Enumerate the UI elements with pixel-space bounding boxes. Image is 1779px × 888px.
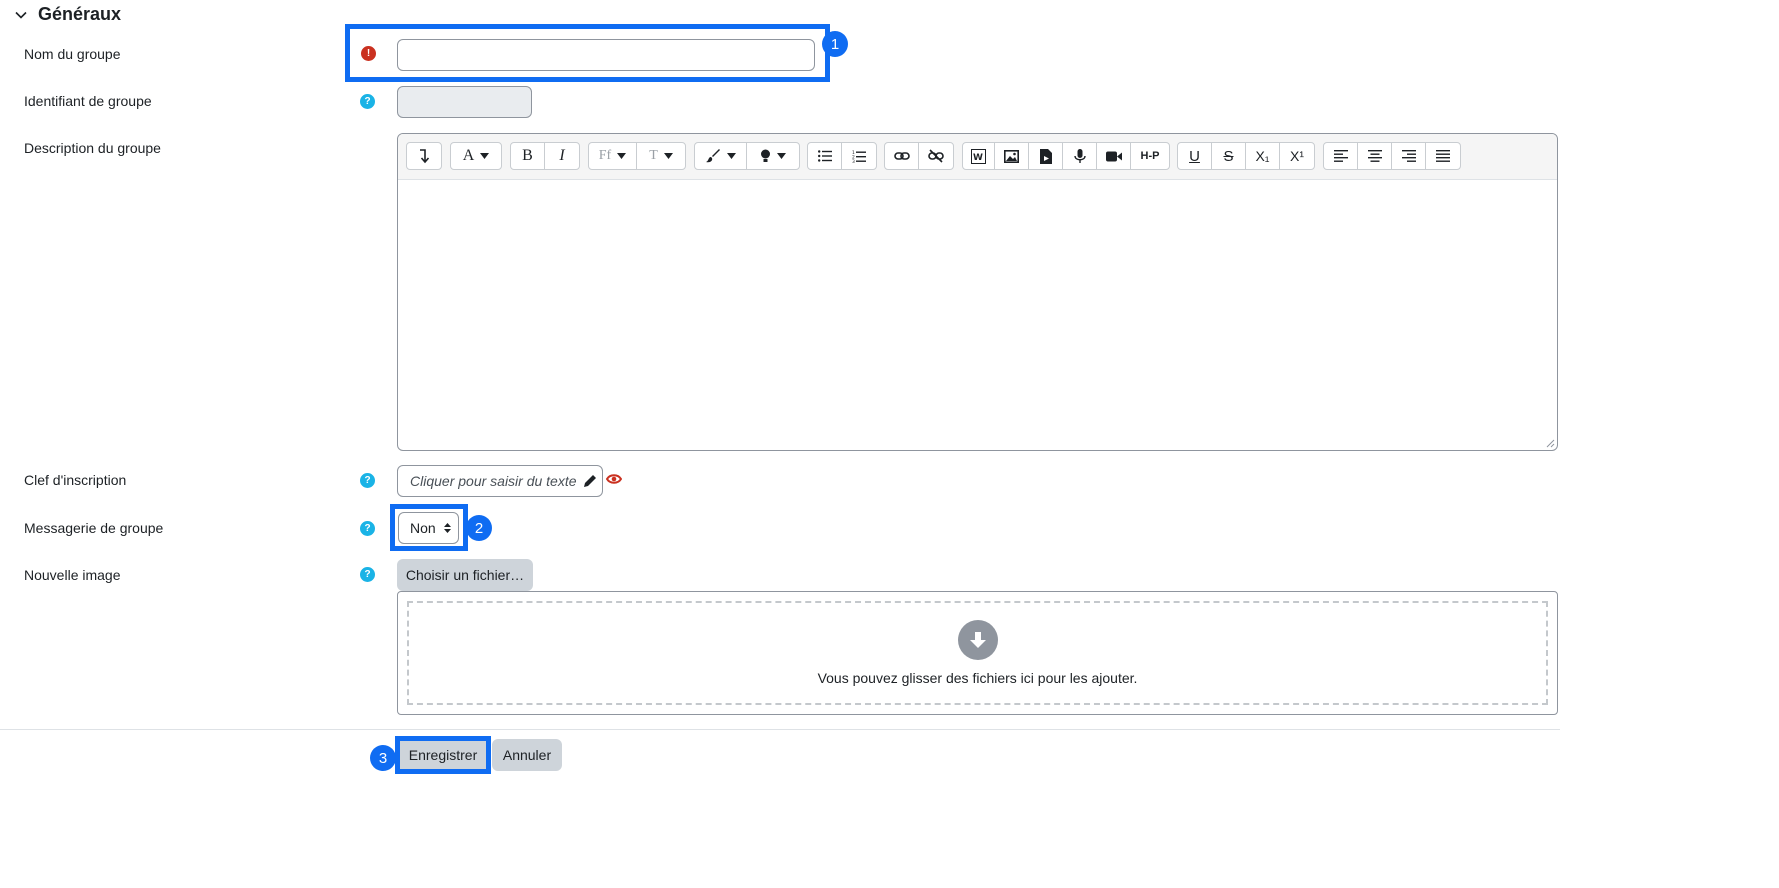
image-icon[interactable]	[995, 143, 1029, 169]
toolbar-group-colors	[694, 142, 800, 170]
media-file-icon[interactable]	[1029, 143, 1063, 169]
enrolment-key-input[interactable]: Cliquer pour saisir du texte	[397, 465, 603, 497]
toolbar-group-format: B I	[510, 142, 580, 170]
file-dropzone[interactable]: Vous pouvez glisser des fichiers ici pou…	[397, 591, 1558, 715]
superscript-icon[interactable]: X¹	[1280, 143, 1314, 169]
section-title: Généraux	[38, 4, 122, 24]
align-justify-icon[interactable]	[1426, 143, 1460, 169]
step-badge-3: 3	[370, 745, 396, 771]
help-icon[interactable]: ?	[360, 473, 375, 488]
group-id-label: Identifiant de groupe	[24, 93, 152, 109]
align-center-icon[interactable]	[1358, 143, 1392, 169]
font-color-icon[interactable]	[695, 143, 747, 169]
help-icon[interactable]: ?	[360, 567, 375, 582]
resize-handle-icon[interactable]	[1545, 438, 1555, 448]
toolbar-group-font: Ff T	[588, 142, 686, 170]
eye-icon[interactable]	[606, 472, 622, 486]
group-id-input[interactable]	[397, 86, 532, 118]
unordered-list-icon[interactable]	[808, 143, 842, 169]
underline-icon[interactable]: U	[1178, 143, 1212, 169]
toolbar-group-align	[1323, 142, 1461, 170]
description-editor[interactable]: A B I Ff T 123 W H-P U S X₁ X¹	[397, 133, 1558, 451]
ordered-list-icon[interactable]: 123	[842, 143, 876, 169]
section-header-generaux[interactable]: Généraux	[14, 4, 121, 25]
group-messaging-label: Messagerie de groupe	[24, 520, 164, 536]
download-arrow-icon	[957, 620, 998, 660]
enrolment-key-placeholder: Cliquer pour saisir du texte	[410, 473, 577, 489]
link-icon[interactable]	[885, 143, 919, 169]
description-label: Description du groupe	[24, 140, 161, 156]
strikethrough-icon[interactable]: S	[1212, 143, 1246, 169]
highlight-box-2	[390, 504, 468, 551]
choose-file-button[interactable]: Choisir un fichier…	[397, 559, 533, 591]
microphone-icon[interactable]	[1063, 143, 1097, 169]
step-badge-2: 2	[466, 515, 492, 541]
group-name-label: Nom du groupe	[24, 46, 121, 62]
new-picture-label: Nouvelle image	[24, 567, 121, 583]
svg-text:W: W	[973, 153, 983, 163]
divider	[0, 729, 1560, 730]
background-color-icon[interactable]	[747, 143, 799, 169]
help-icon[interactable]: ?	[360, 521, 375, 536]
word-import-icon[interactable]: W	[963, 143, 995, 169]
enrolment-key-label: Clef d'inscription	[24, 472, 127, 488]
help-icon[interactable]: ?	[360, 94, 375, 109]
toolbar-group-media: W H-P	[962, 142, 1170, 170]
step-badge-1: 1	[822, 31, 848, 57]
dropzone-area[interactable]: Vous pouvez glisser des fichiers ici pou…	[407, 601, 1548, 705]
svg-text:3: 3	[852, 159, 855, 163]
toolbar-group-style: A	[450, 142, 502, 170]
pencil-icon	[583, 475, 596, 487]
text-style-icon[interactable]: A	[451, 143, 501, 169]
bold-icon[interactable]: B	[511, 143, 545, 169]
toolbar-group-collapse	[406, 142, 442, 170]
editor-content-area[interactable]	[398, 180, 1557, 450]
chevron-down-icon	[15, 11, 27, 19]
dropzone-text: Vous pouvez glisser des fichiers ici pou…	[817, 670, 1138, 686]
collapse-icon[interactable]	[407, 143, 441, 169]
h5p-icon[interactable]: H-P	[1131, 143, 1169, 169]
align-right-icon[interactable]	[1392, 143, 1426, 169]
font-size-icon[interactable]: T	[637, 143, 685, 169]
unlink-icon[interactable]	[919, 143, 953, 169]
font-family-icon[interactable]: Ff	[589, 143, 637, 169]
highlight-box-3	[395, 736, 491, 774]
video-camera-icon[interactable]	[1097, 143, 1131, 169]
toolbar-group-decoration: U S X₁ X¹	[1177, 142, 1315, 170]
italic-icon[interactable]: I	[545, 143, 579, 169]
toolbar-group-lists: 123	[807, 142, 877, 170]
cancel-button[interactable]: Annuler	[492, 739, 562, 771]
editor-toolbar: A B I Ff T 123 W H-P U S X₁ X¹	[398, 134, 1557, 180]
toolbar-group-links	[884, 142, 954, 170]
highlight-box-1	[345, 24, 830, 82]
align-left-icon[interactable]	[1324, 143, 1358, 169]
subscript-icon[interactable]: X₁	[1246, 143, 1280, 169]
